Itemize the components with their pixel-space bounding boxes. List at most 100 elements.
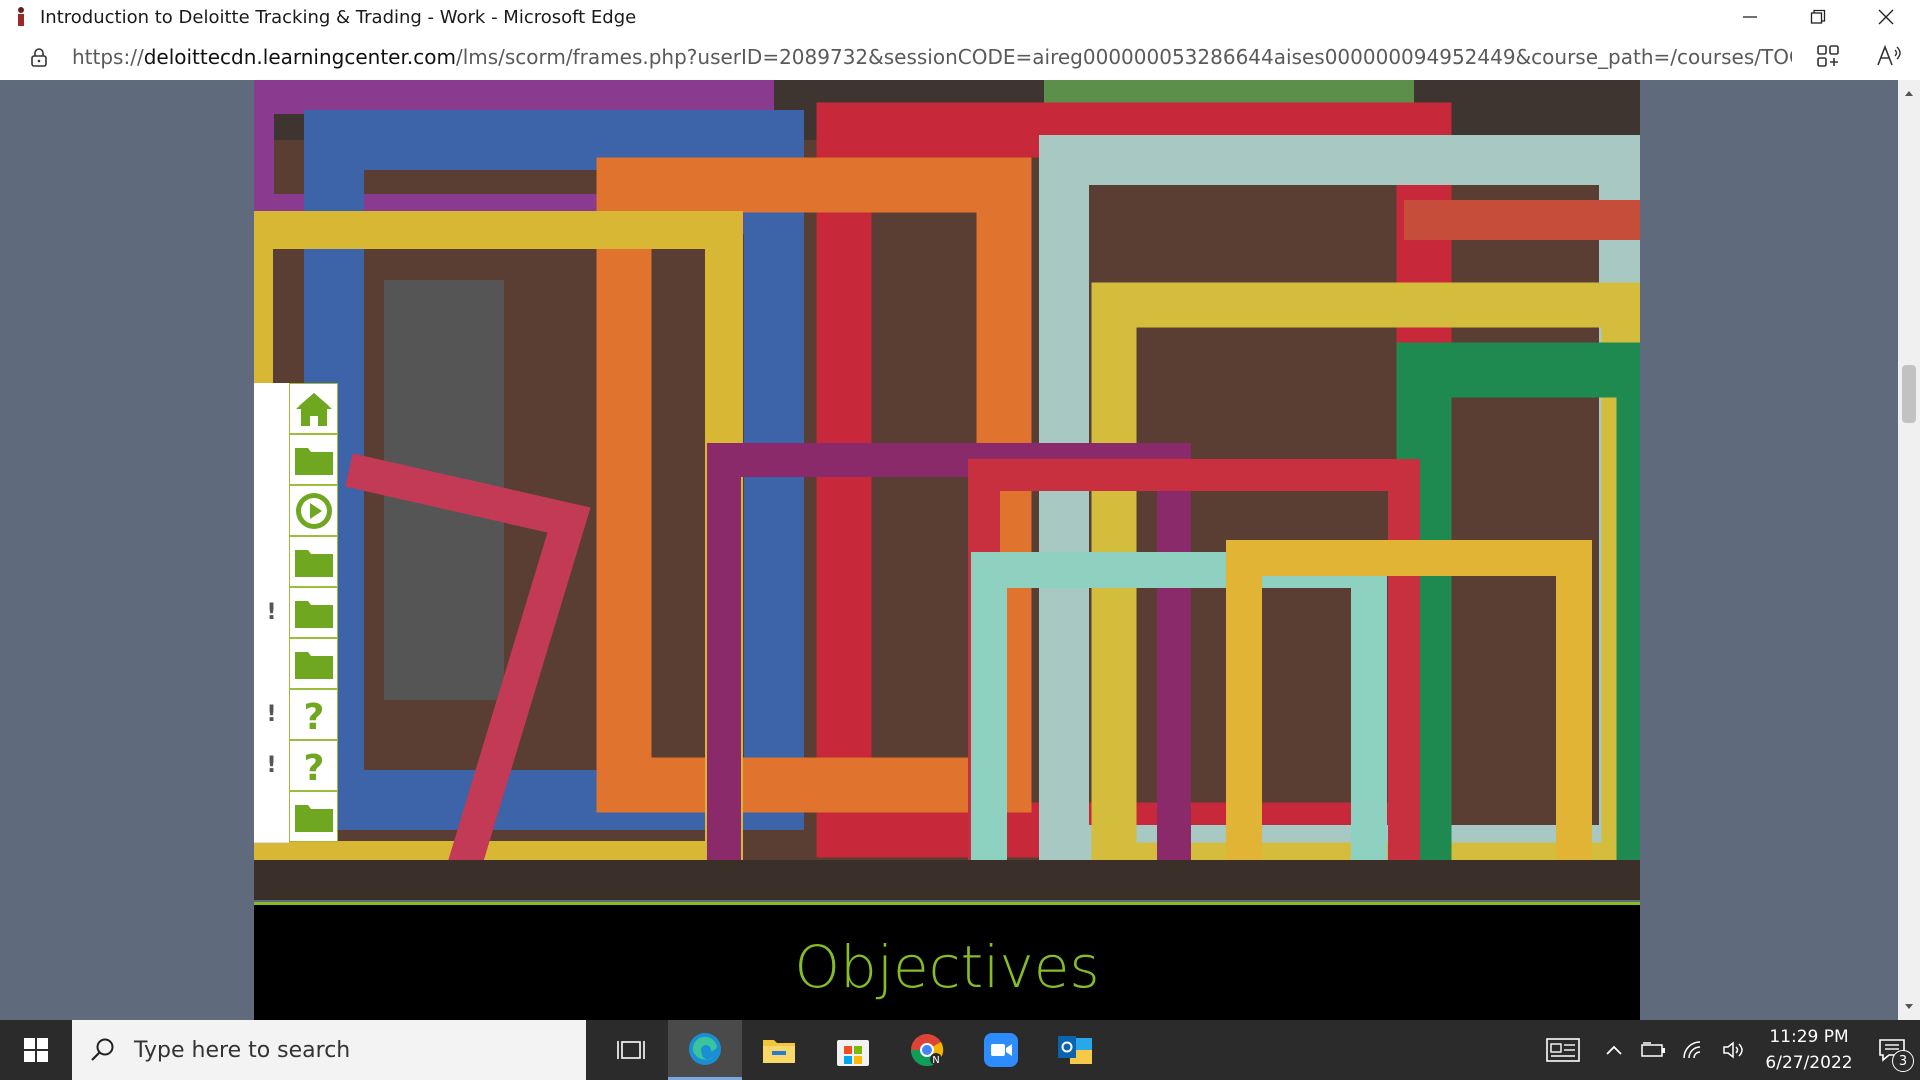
search-placeholder: Type here to search [134,1037,351,1063]
lock-icon[interactable] [28,46,50,68]
minimize-button[interactable] [1716,0,1784,34]
nav-row-module-5[interactable] [254,791,338,843]
close-icon [1878,9,1894,25]
volume-control[interactable] [1714,1020,1754,1080]
window-title-bar: Introduction to Deloitte Tracking & Trad… [0,0,1920,34]
nav-status-flag [254,434,290,486]
nav-status-flag [254,791,290,843]
url-path: /lms/scorm/frames.php?userID=2089732&ses… [455,45,1792,69]
outlook-mail-icon [1058,1036,1092,1064]
microsoft-store-icon [837,1040,869,1066]
wifi-icon [1683,1041,1701,1059]
news-widget-button[interactable] [1532,1020,1594,1080]
windows-logo-icon [24,1038,48,1062]
taskbar-search-box[interactable]: Type here to search [72,1020,586,1080]
quiz-1-button[interactable]: ? [289,689,338,740]
module-3-button[interactable] [289,587,338,638]
file-explorer-icon [763,1040,795,1063]
restore-button[interactable] [1784,0,1852,34]
notification-center-button[interactable]: 3 [1864,1020,1920,1080]
nav-row-quiz-1[interactable]: ! ? [254,689,338,741]
nav-status-flag: ! [254,740,290,792]
edge-browser-icon [689,1032,721,1065]
folder-icon [294,600,333,628]
nav-row-module-4[interactable] [254,638,338,690]
network-status[interactable] [1674,1020,1714,1080]
url-prefix: https:// [72,45,144,69]
task-view-icon [617,1041,645,1059]
search-icon [91,1038,114,1061]
taskbar-outlook[interactable] [1038,1020,1112,1080]
system-tray: 11:29 PM 6/27/2022 3 [1532,1020,1920,1080]
play-icon [295,492,332,529]
taskbar-microsoft-store[interactable] [816,1020,890,1080]
nav-status-flag: ! [254,587,290,639]
windows-taskbar: Type here to search N 11:29 PM 6/27/2022… [0,1020,1920,1080]
battery-status[interactable] [1634,1020,1674,1080]
taskbar-clock[interactable]: 11:29 PM 6/27/2022 [1754,1024,1864,1076]
read-aloud-icon[interactable] [1876,44,1902,68]
taskbar-file-explorer[interactable] [742,1020,816,1080]
clock-date: 6/27/2022 [1765,1053,1853,1073]
scrollbar-thumb[interactable] [1902,365,1916,423]
svg-text:N: N [932,1055,939,1066]
course-navigation-rail: ! ! ? ! ? [254,383,338,843]
nav-status-flag [254,638,290,690]
show-hidden-icons-button[interactable] [1594,1020,1634,1080]
battery-icon [1641,1042,1665,1057]
scroll-down-arrow-icon[interactable] [1901,998,1917,1014]
clock-time: 11:29 PM [1769,1027,1849,1047]
taskbar-chrome[interactable]: N [890,1020,964,1080]
home-icon [295,392,332,426]
nav-row-quiz-2[interactable]: ! ? [254,740,338,792]
deloitte-person-icon [12,6,30,28]
chrome-browser-icon: N [910,1034,944,1067]
nav-row-video[interactable] [254,485,338,537]
window-title: Introduction to Deloitte Tracking & Trad… [40,6,637,28]
url-text[interactable]: https://deloittecdn.learningcenter.com/l… [72,45,1792,69]
nav-row-home[interactable] [254,383,338,435]
restore-icon [1810,9,1826,24]
folder-icon [294,651,333,679]
page-scrollbar[interactable] [1898,80,1920,1020]
module-4-button[interactable] [289,638,338,689]
hero-image-picture-frames [254,80,1640,900]
apps-icon[interactable] [1816,44,1840,68]
svg-text:?: ? [303,748,324,786]
start-button[interactable] [0,1020,72,1080]
taskbar-zoom[interactable] [964,1020,1038,1080]
speaker-icon [1723,1041,1743,1059]
nav-row-module-3[interactable]: ! [254,587,338,639]
question-icon: ? [303,748,324,786]
folder-icon [294,447,333,475]
nav-status-flag: ! [254,689,290,741]
content-section: Objectives [254,902,1640,1020]
question-icon: ? [303,697,324,735]
address-bar[interactable]: https://deloittecdn.learningcenter.com/l… [0,34,1920,81]
folder-icon [294,549,333,577]
quiz-2-button[interactable]: ? [289,740,338,791]
home-button[interactable] [289,383,338,434]
minimize-icon [1743,16,1757,18]
page-viewport: ! ! ? ! ? Objectives [0,80,1920,1020]
chevron-up-icon [1606,1045,1622,1055]
folder-icon [294,804,333,832]
taskbar-edge[interactable] [668,1020,742,1080]
scroll-up-arrow-icon[interactable] [1901,86,1917,102]
zoom-video-icon [984,1033,1018,1067]
module-1-button[interactable] [289,434,338,485]
module-5-button[interactable] [289,791,338,842]
news-icon [1546,1038,1580,1062]
nav-status-flag [254,536,290,588]
notification-count-badge: 3 [1892,1050,1914,1072]
nav-status-flag [254,383,290,435]
close-button[interactable] [1852,0,1920,34]
module-2-button[interactable] [289,536,338,587]
nav-row-module-2[interactable] [254,536,338,588]
url-host: deloittecdn.learningcenter.com [143,45,456,69]
video-button[interactable] [289,485,338,536]
nav-status-flag [254,485,290,537]
task-view-button[interactable] [594,1020,668,1080]
section-heading: Objectives [794,933,1100,1001]
nav-row-module-1[interactable] [254,434,338,486]
